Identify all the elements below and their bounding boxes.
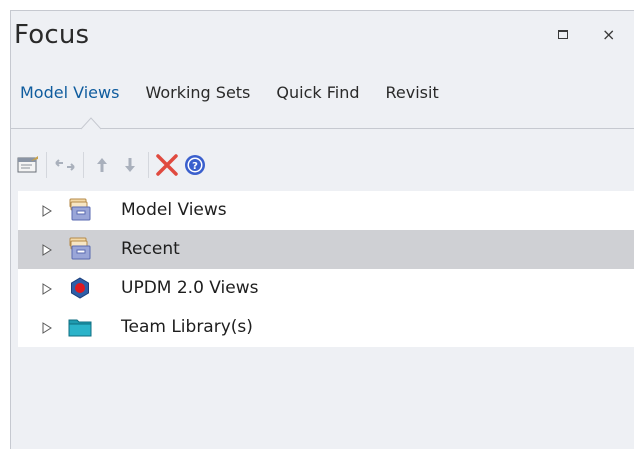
tab-model-views[interactable]: Model Views [20, 83, 119, 113]
model-views-tree: Model Views Recent UPDM 2.0 Views Team L… [18, 191, 634, 347]
model-views-icon [69, 198, 91, 221]
tree-item-label: Model Views [121, 200, 227, 220]
properties-icon [17, 156, 38, 173]
toolbar-separator [46, 152, 47, 178]
move-up-icon [97, 158, 107, 172]
tab-divider [10, 128, 634, 129]
tab-bar: Model Views Working Sets Quick Find Revi… [20, 83, 439, 113]
tree-item-updm-views[interactable]: UPDM 2.0 Views [18, 269, 634, 308]
expand-arrow-icon[interactable] [42, 322, 52, 334]
tree-item-label: UPDM 2.0 Views [121, 278, 259, 298]
tree-item-team-library[interactable]: Team Library(s) [18, 308, 634, 347]
tree-item-model-views[interactable]: Model Views [18, 191, 634, 230]
tree-item-label: Team Library(s) [121, 317, 253, 337]
toolbar-separator [83, 152, 84, 178]
team-library-folder-icon [68, 319, 92, 337]
tree-item-recent[interactable]: Recent [18, 230, 634, 269]
expand-arrow-icon[interactable] [42, 205, 52, 217]
expand-arrow-icon[interactable] [42, 244, 52, 256]
delete-icon [156, 154, 178, 176]
tab-quick-find[interactable]: Quick Find [276, 83, 359, 113]
move-down-icon [125, 158, 135, 172]
sync-icon [55, 159, 75, 171]
properties-button[interactable] [14, 151, 42, 179]
help-icon: ? [185, 155, 205, 175]
move-up-button[interactable] [88, 151, 116, 179]
maximize-button[interactable] [558, 25, 568, 43]
expand-arrow-icon[interactable] [42, 283, 52, 295]
sync-button[interactable] [51, 151, 79, 179]
move-down-button[interactable] [116, 151, 144, 179]
toolbar-separator [148, 152, 149, 178]
svg-text:?: ? [192, 161, 198, 172]
tab-working-sets[interactable]: Working Sets [145, 83, 250, 113]
delete-button[interactable] [153, 151, 181, 179]
recent-icon [69, 237, 91, 260]
maximize-icon [558, 30, 568, 39]
tree-item-label: Recent [121, 239, 180, 259]
panel-title: Focus [14, 20, 90, 50]
updm-icon [71, 277, 89, 299]
close-button[interactable]: × [602, 25, 615, 44]
help-button[interactable]: ? [181, 151, 209, 179]
toolbar: ? [14, 149, 209, 181]
tab-revisit[interactable]: Revisit [386, 83, 439, 113]
